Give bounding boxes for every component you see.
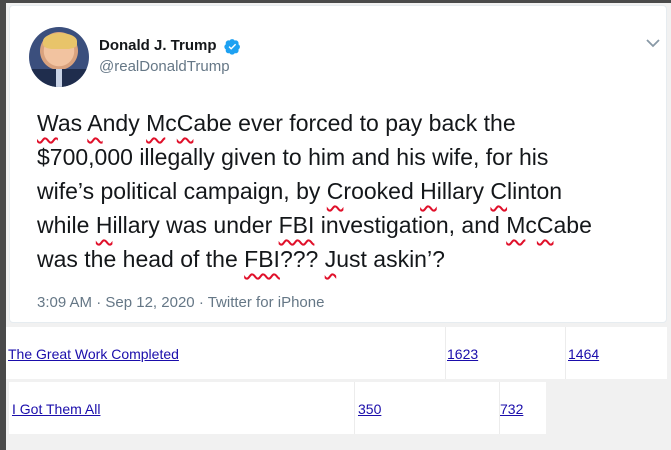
- tweet-meta: 3:09 AM · Sep 12, 2020 · Twitter for iPh…: [37, 294, 324, 311]
- meta-separator: ·: [198, 294, 204, 311]
- table-cell-value-b: 732: [500, 382, 546, 434]
- avatar[interactable]: [29, 27, 89, 87]
- row-title-link[interactable]: The Great Work Completed: [8, 346, 179, 362]
- tweet-text-line: $700,000 illegally given to him and his …: [37, 144, 549, 170]
- window-frame-top: [0, 0, 671, 3]
- table-row: The Great Work Completed 1623 1464: [6, 327, 667, 379]
- page: Donald J. Trump @realDonaldTrump Was And…: [0, 0, 671, 450]
- tweet-source[interactable]: Twitter for iPhone: [208, 294, 325, 311]
- row-title-link[interactable]: I Got Them All: [12, 401, 100, 417]
- meta-separator: ·: [96, 294, 102, 311]
- author-name[interactable]: Donald J. Trump: [99, 37, 217, 54]
- tweet-card: Donald J. Trump @realDonaldTrump Was And…: [9, 5, 667, 323]
- table-row: I Got Them All 350 732: [9, 382, 546, 434]
- row-value-b-link[interactable]: 1464: [568, 346, 599, 362]
- row-value-b-link[interactable]: 732: [500, 401, 523, 417]
- tweet-date[interactable]: Sep 12, 2020: [105, 294, 194, 311]
- table-cell-title: I Got Them All: [9, 382, 355, 434]
- tweet-text-line: wife’s political campaign, by Crooked Hi…: [37, 178, 563, 204]
- table-cell-value-b: 1464: [566, 327, 667, 379]
- tweet-text-line: while Hillary was under FBI investigatio…: [37, 212, 592, 238]
- table-cell-value-a: 350: [355, 382, 500, 434]
- row-value-a-link[interactable]: 350: [358, 401, 381, 417]
- tweet-time[interactable]: 3:09 AM: [37, 294, 92, 311]
- chevron-down-icon[interactable]: [646, 38, 660, 48]
- tweet-text-line: was the head of the FBI??? Just askin’?: [37, 246, 445, 272]
- tweet-text: Was Andy McCabe ever forced to pay back …: [37, 106, 657, 276]
- table-cell-value-a: 1623: [446, 327, 566, 379]
- window-frame-edge: [0, 0, 6, 450]
- table-cell-title: The Great Work Completed: [6, 327, 446, 379]
- author-handle[interactable]: @realDonaldTrump: [99, 58, 230, 75]
- verified-badge-icon: [224, 39, 240, 55]
- tweet-text-line: Was Andy McCabe ever forced to pay back …: [37, 110, 516, 136]
- row-value-a-link[interactable]: 1623: [447, 346, 478, 362]
